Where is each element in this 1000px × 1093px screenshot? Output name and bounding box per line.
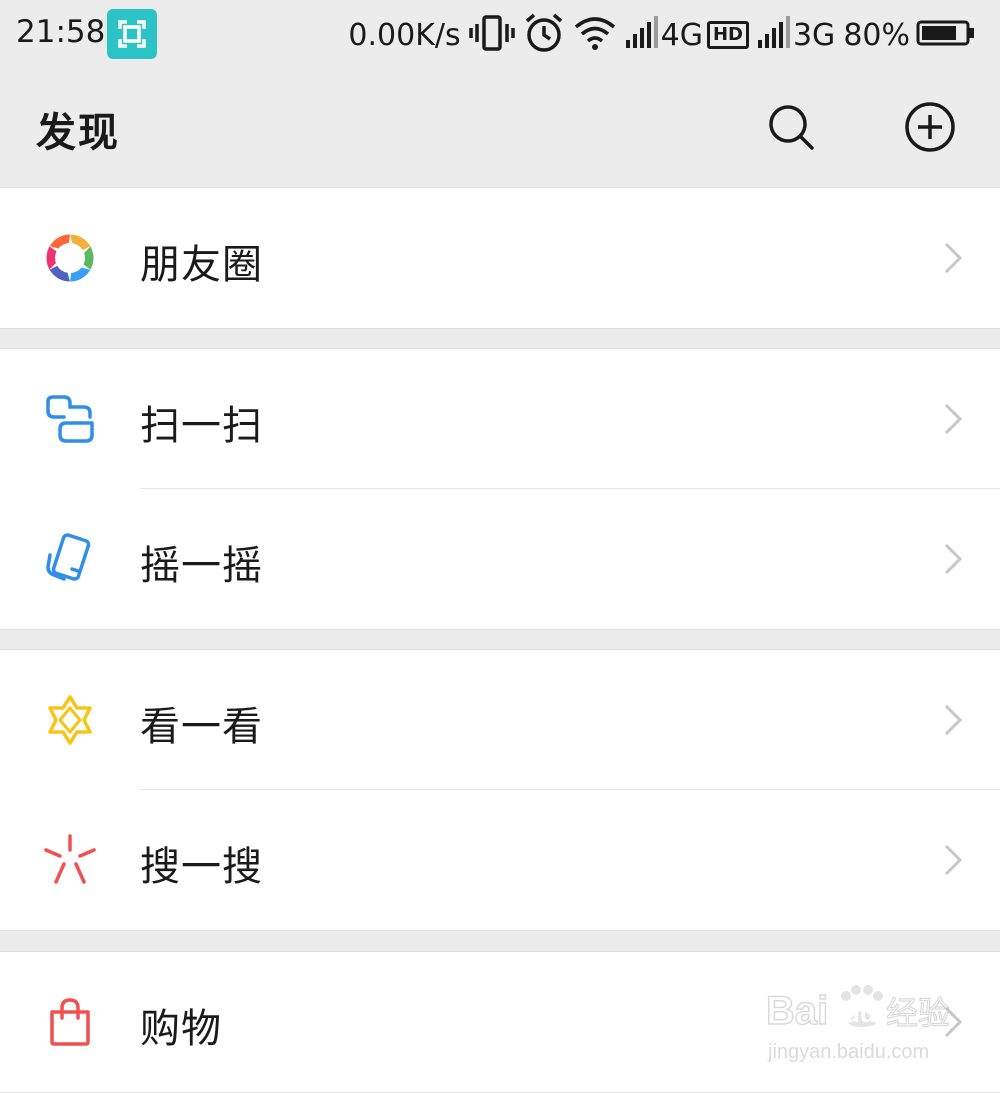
network-type-2: 3G [792,17,836,53]
status-indicators: 0.00K/s 4G HD 3G 80% [348,10,976,60]
menu-item-search[interactable]: 搜一搜 [0,790,1000,930]
watermark-brand-2: du [844,998,876,1028]
chevron-right-icon [942,240,964,276]
chevron-right-icon [942,401,964,437]
menu-group-scan-shake: 扫一扫 摇一摇 [0,348,1000,630]
wifi-icon [573,15,617,55]
menu-item-shake[interactable]: 摇一摇 [0,489,1000,629]
app-header: 发现 [0,70,1000,188]
search-label: 搜一搜 [140,844,263,890]
moments-icon [44,232,96,284]
shake-icon [44,533,96,585]
status-bar: 21:58 0.00K/s 4G HD 3G 80% [0,0,1000,70]
status-time: 21:58 [16,14,106,50]
shake-label: 摇一摇 [140,543,263,589]
shopping-bag-icon [44,996,96,1048]
add-circle-icon [905,102,955,152]
vibrate-icon [468,13,515,57]
watermark-url: jingyan.baidu.com [767,1041,929,1063]
search-feature-icon [44,834,96,886]
baidu-watermark: Bai du 经验 jingyan.baidu.com [764,972,954,1064]
battery-icon [916,19,976,51]
menu-item-moments[interactable]: 朋友圈 [0,188,1000,328]
watermark-cn: 经验 [886,994,950,1032]
screenshot-icon [107,9,157,59]
battery-percent: 80% [843,17,910,53]
hd-badge: HD [706,21,749,49]
net-speed: 0.00K/s [348,17,461,53]
menu-group-stories-search: 看一看 搜一搜 [0,649,1000,931]
menu-item-scan[interactable]: 扫一扫 [0,349,1000,489]
scan-label: 扫一扫 [140,403,263,449]
top-stories-label: 看一看 [140,704,263,750]
chevron-right-icon [942,842,964,878]
signal-icon [625,16,659,54]
scan-icon [44,393,96,445]
search-icon [769,105,814,150]
alarm-icon [523,12,565,58]
search-button[interactable] [764,100,818,154]
network-type-1: 4G [660,17,703,53]
page-title: 发现 [36,110,120,156]
hd-label: HD [712,24,743,45]
chevron-right-icon [942,541,964,577]
moments-label: 朋友圈 [140,242,263,288]
top-stories-icon [44,694,96,746]
shopping-label: 购物 [140,1006,222,1052]
watermark-brand: Bai [766,989,828,1033]
menu-item-top-stories[interactable]: 看一看 [0,650,1000,790]
chevron-right-icon [942,702,964,738]
add-button[interactable] [903,100,957,154]
signal-icon [757,16,791,54]
menu-group-moments: 朋友圈 [0,187,1000,329]
